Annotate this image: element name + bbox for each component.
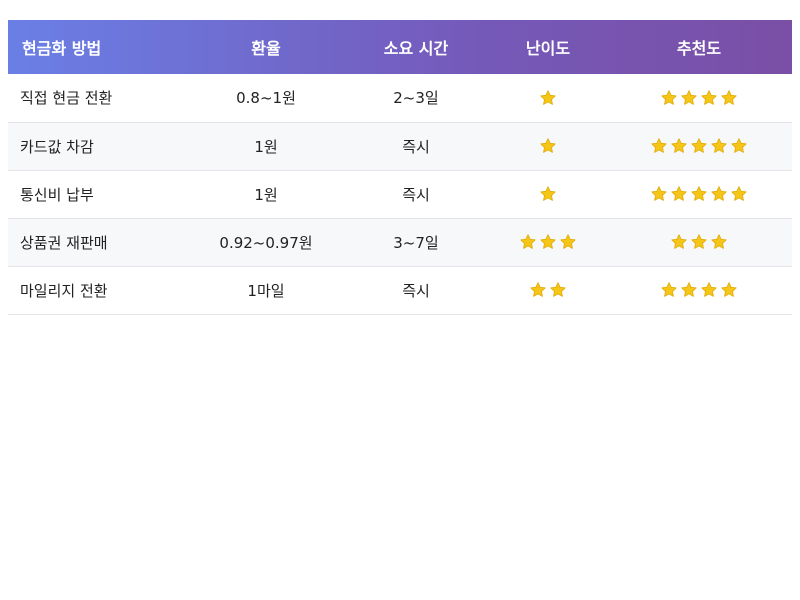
- cell-difficulty: [490, 266, 606, 314]
- star-icon: [661, 282, 677, 298]
- cashout-methods-table: 현금화 방법 환율 소요 시간 난이도 추천도 직접 현금 전환 0.8~1원 …: [8, 20, 792, 315]
- header-time: 소요 시간: [383, 39, 449, 58]
- header-difficulty: 난이도: [525, 39, 571, 58]
- header-method: 현금화 방법: [22, 39, 102, 58]
- cell-time: 2~3일: [393, 89, 439, 108]
- star-icon: [540, 186, 556, 202]
- star-icon: [550, 282, 566, 298]
- recommend-stars: [650, 137, 748, 155]
- star-icon: [671, 234, 687, 250]
- cell-recommend: [606, 218, 792, 266]
- cell-time: 즉시: [402, 185, 430, 204]
- table-row: 카드값 차감 1원 즉시: [8, 122, 792, 170]
- table-row: 상품권 재판매 0.92~0.97원 3~7일: [8, 218, 792, 266]
- cell-recommend: [606, 170, 792, 218]
- table-row: 통신비 납부 1원 즉시: [8, 170, 792, 218]
- star-icon: [540, 138, 556, 154]
- cell-rate: 1마일: [247, 281, 285, 300]
- table-row: 직접 현금 전환 0.8~1원 2~3일: [8, 74, 792, 122]
- cell-recommend: [606, 266, 792, 314]
- star-icon: [681, 282, 697, 298]
- star-icon: [651, 138, 667, 154]
- cell-rate: 0.8~1원: [236, 89, 296, 108]
- star-icon: [681, 90, 697, 105]
- cell-recommend: [606, 122, 792, 170]
- cell-rate: 1원: [254, 185, 278, 204]
- difficulty-stars: [539, 89, 557, 107]
- cell-time: 3~7일: [393, 233, 439, 252]
- table-body: 직접 현금 전환 0.8~1원 2~3일 카드값 차감 1원 즉시 통신비 납부…: [8, 74, 792, 314]
- cell-difficulty: [490, 74, 606, 122]
- star-icon: [731, 138, 747, 154]
- recommend-stars: [660, 281, 738, 299]
- star-icon: [671, 138, 687, 154]
- difficulty-stars: [539, 185, 557, 203]
- header-rate: 환율: [251, 39, 281, 58]
- star-icon: [651, 186, 667, 202]
- cell-method: 직접 현금 전환: [20, 89, 113, 108]
- cell-time: 즉시: [402, 137, 430, 156]
- star-icon: [691, 234, 707, 250]
- star-icon: [530, 282, 546, 298]
- cell-method: 카드값 차감: [20, 137, 94, 156]
- star-icon: [540, 90, 556, 105]
- star-icon: [711, 186, 727, 202]
- star-icon: [731, 186, 747, 202]
- star-icon: [691, 186, 707, 202]
- table-row: 마일리지 전환 1마일 즉시: [8, 266, 792, 314]
- cell-method: 마일리지 전환: [20, 281, 108, 300]
- table-header: 현금화 방법 환율 소요 시간 난이도 추천도: [8, 20, 792, 74]
- star-icon: [701, 90, 717, 105]
- star-icon: [520, 234, 536, 250]
- star-icon: [721, 90, 737, 105]
- cell-recommend: [606, 74, 792, 122]
- cell-method: 통신비 납부: [20, 185, 94, 204]
- cell-rate: 0.92~0.97원: [219, 233, 313, 252]
- header-recommend: 추천도: [676, 39, 722, 58]
- cell-difficulty: [490, 122, 606, 170]
- star-icon: [721, 282, 737, 298]
- recommend-stars: [650, 185, 748, 203]
- star-icon: [701, 282, 717, 298]
- star-icon: [711, 138, 727, 154]
- cell-time: 즉시: [402, 281, 430, 300]
- cell-method: 상품권 재판매: [20, 233, 108, 252]
- recommend-stars: [660, 89, 738, 107]
- comparison-table-container: 현금화 방법 환율 소요 시간 난이도 추천도 직접 현금 전환 0.8~1원 …: [8, 20, 792, 315]
- star-icon: [671, 186, 687, 202]
- star-icon: [661, 90, 677, 105]
- difficulty-stars: [539, 137, 557, 155]
- difficulty-stars: [519, 233, 577, 251]
- header-row: 현금화 방법 환율 소요 시간 난이도 추천도: [8, 20, 792, 74]
- star-icon: [540, 234, 556, 250]
- difficulty-stars: [529, 281, 567, 299]
- star-icon: [691, 138, 707, 154]
- cell-difficulty: [490, 170, 606, 218]
- cell-rate: 1원: [254, 137, 278, 156]
- recommend-stars: [670, 233, 728, 251]
- cell-difficulty: [490, 218, 606, 266]
- star-icon: [560, 234, 576, 250]
- star-icon: [711, 234, 727, 250]
